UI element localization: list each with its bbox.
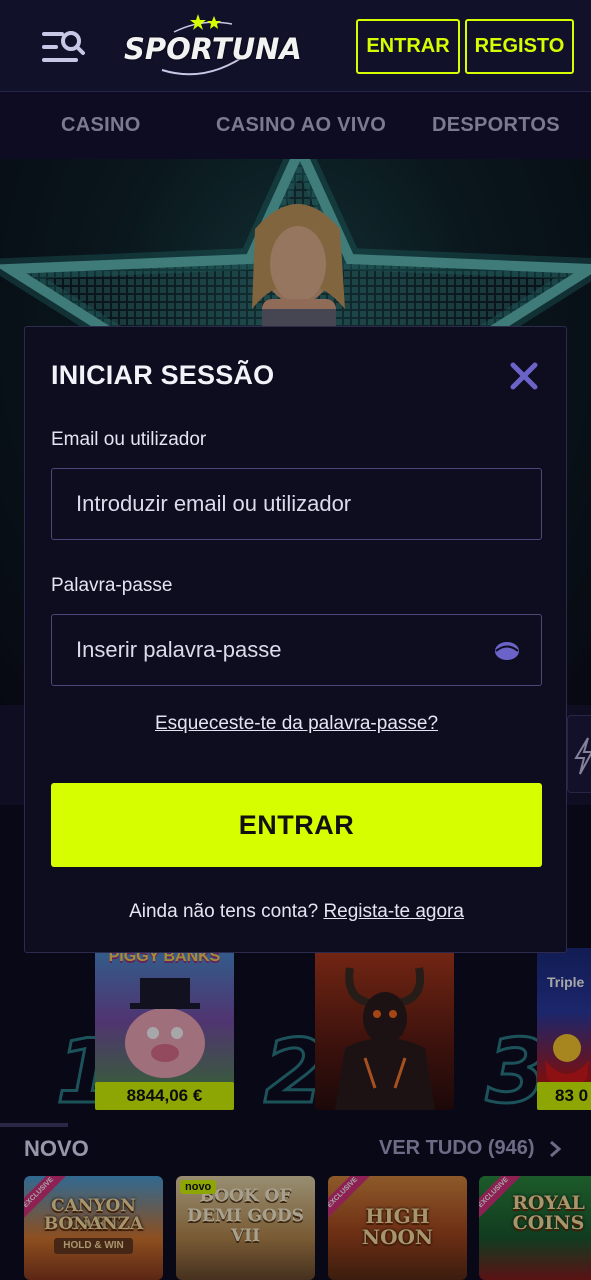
menu-search-button[interactable] — [40, 28, 88, 66]
register-prompt: Ainda não tens conta? Regista-te agora — [25, 901, 568, 923]
modal-title: INICIAR SESSÃO — [51, 360, 275, 390]
close-icon[interactable] — [509, 361, 539, 391]
show-password-eye-icon[interactable] — [494, 640, 520, 662]
sportuna-logo[interactable]: SPORTUNA — [124, 12, 302, 82]
no-account-text: Ainda não tens conta? — [129, 901, 319, 922]
forgot-password-link[interactable]: Esqueceste-te da palavra-passe? — [25, 713, 568, 735]
logo-text: SPORTUNA — [124, 32, 302, 66]
register-link[interactable]: Regista-te agora — [323, 901, 463, 922]
login-submit-button[interactable]: ENTRAR — [51, 783, 542, 867]
email-placeholder: Introduzir email ou utilizador — [76, 491, 352, 516]
login-modal: INICIAR SESSÃO Email ou utilizador Intro… — [24, 326, 567, 953]
email-field[interactable]: Introduzir email ou utilizador — [51, 468, 542, 540]
header-register-button[interactable]: REGISTO — [465, 19, 574, 74]
header-login-button[interactable]: ENTRAR — [356, 19, 460, 74]
password-field[interactable]: Inserir palavra-passe — [51, 614, 542, 686]
top-header: SPORTUNA ENTRAR REGISTO — [0, 0, 591, 92]
menu-search-icon — [42, 31, 85, 62]
password-placeholder: Inserir palavra-passe — [76, 637, 282, 662]
email-label: Email ou utilizador — [51, 429, 207, 450]
password-label: Palavra-passe — [51, 575, 173, 596]
